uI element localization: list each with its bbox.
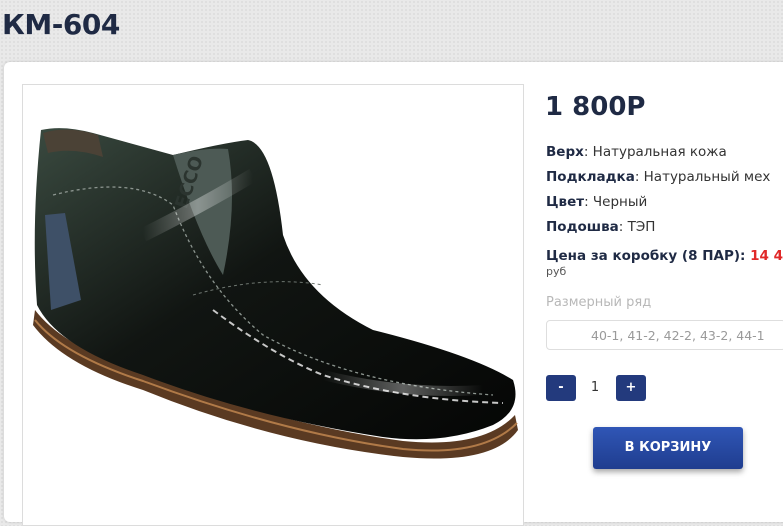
box-price-label: Цена за коробку (8 ПАР): bbox=[546, 248, 751, 264]
spec-value: : ТЭП bbox=[618, 219, 656, 235]
spec-label: Верх bbox=[546, 144, 584, 160]
shoe-illustration: ECCO bbox=[33, 128, 518, 459]
box-price-value: 14 400 bbox=[750, 248, 783, 264]
currency-label: руб bbox=[546, 265, 567, 278]
spec-value: : Натуральный мех bbox=[634, 169, 771, 185]
spec-label: Цвет bbox=[546, 194, 585, 210]
size-range-field[interactable]: 40-1, 41-2, 42-2, 43-2, 44-1 bbox=[546, 320, 783, 350]
spec-value: : Натуральная кожа bbox=[583, 144, 727, 160]
spec-upper: Верх: Натуральная кожа bbox=[546, 144, 727, 160]
quantity-input[interactable]: 1 bbox=[580, 375, 610, 401]
product-title: КМ-604 bbox=[2, 8, 120, 41]
size-range-label: Размерный ряд bbox=[546, 295, 652, 310]
quantity-increase-button[interactable]: + bbox=[616, 375, 646, 401]
spec-sole: Подошва: ТЭП bbox=[546, 219, 655, 235]
box-price: Цена за коробку (8 ПАР): 14 400 bbox=[546, 248, 783, 264]
quantity-decrease-button[interactable]: - bbox=[546, 375, 576, 401]
spec-value: : Черный bbox=[584, 194, 648, 210]
spec-label: Подкладка bbox=[546, 169, 635, 185]
add-to-cart-button[interactable]: В КОРЗИНУ bbox=[593, 427, 743, 469]
spec-color: Цвет: Черный bbox=[546, 194, 647, 210]
product-price: 1 800Р bbox=[545, 92, 646, 122]
spec-lining: Подкладка: Натуральный мех bbox=[546, 169, 770, 185]
product-image[interactable]: ECCO bbox=[22, 84, 524, 526]
spec-label: Подошва bbox=[546, 219, 619, 235]
